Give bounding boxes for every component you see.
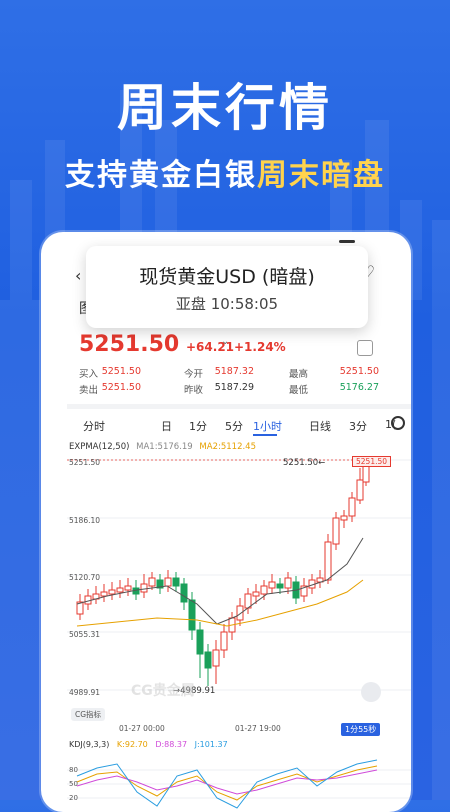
period-tab[interactable]: 1小时 [253, 418, 282, 434]
instrument-name: 现货黄金USD (暗盘) [139, 266, 315, 288]
kdj-k: K:92.70 [116, 740, 148, 749]
candle [332, 517, 340, 545]
candle [108, 589, 116, 595]
kdj-d: D:88.37 [155, 740, 188, 749]
hero-title: 周末行情 [117, 79, 333, 137]
kdj-legend: KDJ(9,3,3) K:92.70 D:88.37 J:101.37 [69, 740, 233, 749]
current-price: 5251.50 [79, 332, 180, 357]
fullscreen-button[interactable] [361, 682, 381, 702]
candle-countdown: 1分55秒 [341, 723, 381, 736]
kdj-chart [67, 759, 411, 809]
back-button[interactable]: ‹ [75, 266, 81, 285]
share-icon[interactable] [357, 340, 373, 356]
quote-value: 5176.27 [339, 382, 379, 393]
period-tab[interactable]: 1( [385, 418, 396, 431]
period-tabs: 分时 日 1分 5分 1小时 日线 3分 1( [67, 412, 411, 438]
indicator-main: EXPMA(12,50) [69, 442, 130, 452]
period-tab[interactable]: 日线 [309, 418, 331, 434]
candle [276, 583, 284, 589]
quote-label: 昨收 [184, 385, 204, 396]
kdj-y-label: 20 [69, 794, 78, 802]
x-axis-date-start: 01-27 00:00 [119, 724, 165, 733]
candle [212, 649, 220, 667]
candlestick-chart[interactable] [67, 454, 411, 724]
quote-label: 今开 [184, 369, 204, 380]
kdj-j: J:101.37 [194, 740, 228, 749]
divider [67, 404, 411, 409]
indicator-ma2: MA2:5112.45 [199, 442, 256, 452]
kdj-d-line [76, 769, 378, 795]
candle [164, 577, 172, 587]
candle [260, 585, 268, 595]
indicator-ma1: MA1:5176.19 [136, 442, 193, 452]
period-tab[interactable]: 5分 [225, 418, 243, 434]
quote-label: 买入 [79, 369, 99, 380]
hero-subtitle-highlight: 周末暗盘 [257, 158, 385, 193]
candle [116, 587, 124, 593]
active-tab-underline [253, 434, 277, 436]
y-axis-label: 4989.91 [69, 688, 101, 697]
candle [180, 583, 188, 603]
period-tab[interactable]: 日 [161, 418, 172, 434]
candle [356, 479, 364, 501]
price-change-percent: +1.24% [234, 340, 286, 354]
quote-value: 5187.29 [214, 382, 254, 393]
kdj-title: KDJ(9,3,3) [69, 740, 110, 749]
candle [172, 577, 180, 587]
candle [324, 541, 332, 581]
candle [124, 585, 132, 591]
last-price-tag: 5251.50 [352, 456, 392, 467]
cg-indicator-button[interactable]: CG指标 [71, 708, 106, 721]
quote-value: 5251.50 [101, 366, 141, 377]
indicator-legend: EXPMA(12,50) MA1:5176.19 MA2:5112.45 [69, 442, 260, 452]
quote-label: 最高 [289, 369, 309, 380]
hero-subtitle: 支持黄金白银周末暗盘 [0, 150, 450, 194]
quote-row: 买入 5251.50 今开 5187.32 最高 5251.50 [79, 366, 379, 380]
candle [348, 497, 356, 517]
quote-row: 卖出 5251.50 昨收 5187.29 最低 5176.27 [79, 382, 379, 396]
chevron-down-icon[interactable]: ⌄ [221, 336, 229, 347]
y-axis-label: 5055.31 [69, 630, 101, 639]
candle [140, 583, 148, 593]
y-axis-label: 5120.70 [69, 573, 101, 582]
quote-value: 5187.32 [214, 366, 254, 377]
candle [284, 577, 292, 589]
candle [220, 631, 228, 651]
candle [340, 515, 348, 521]
candle [236, 605, 244, 621]
kdj-y-label: 80 [69, 766, 78, 774]
y-axis-label: 5186.10 [69, 516, 101, 525]
candle [148, 577, 156, 587]
watermark: CG贵金属 [131, 683, 195, 699]
quote-label: 最低 [289, 385, 309, 396]
kdj-y-label: 50 [69, 780, 78, 788]
candle [188, 599, 196, 631]
high-marker: 5251.50← [283, 458, 326, 468]
quote-value: 5251.50 [101, 382, 141, 393]
status-indicator [339, 240, 355, 243]
candle [196, 629, 204, 655]
hero-subtitle-text: 支持黄金白银 [65, 158, 257, 193]
period-tab[interactable]: 分时 [83, 418, 105, 434]
period-tab[interactable]: 3分 [349, 418, 367, 434]
candle [100, 591, 108, 597]
candle [268, 581, 276, 589]
quote-label: 卖出 [79, 385, 99, 396]
candle [252, 591, 260, 597]
quote-value: 5251.50 [339, 366, 379, 377]
period-tab[interactable]: 1分 [189, 418, 207, 434]
x-axis-date-end: 01-27 19:00 [235, 724, 281, 733]
session-time: 亚盘 10:58:05 [175, 295, 279, 313]
instrument-popup[interactable]: 现货黄金USD (暗盘) 亚盘 10:58:05 [86, 246, 368, 328]
y-axis-label: 5251.50 [69, 458, 101, 467]
candle [204, 651, 212, 669]
